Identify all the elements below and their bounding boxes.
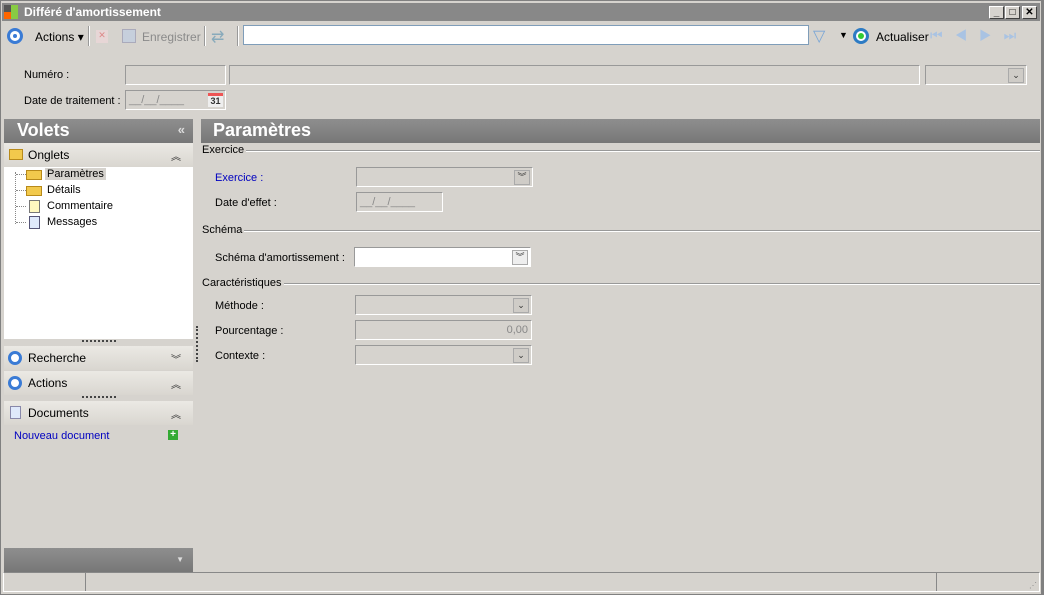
section-actions[interactable]: Actions ︽ [4, 371, 193, 395]
first-record-icon[interactable]: ⏮ [930, 27, 955, 43]
app-icon [4, 5, 18, 19]
search-input[interactable] [243, 25, 809, 45]
group-caracteristiques-title: Caractéristiques [202, 277, 282, 289]
date-traitement-field[interactable]: __/__/____ 31 [125, 90, 226, 110]
schema-label: Schéma d'amortissement : [215, 252, 345, 264]
actions-circle-icon [7, 28, 23, 44]
double-chevron-down-icon[interactable]: ︾ [514, 170, 530, 185]
pourcentage-field[interactable]: 0,00 [355, 320, 532, 340]
date-effet-label: Date d'effet : [215, 197, 277, 209]
tree-item-parametres[interactable]: Paramètres [45, 168, 106, 180]
numero-select[interactable]: ⌄ [925, 65, 1027, 85]
date-effet-field[interactable]: __/__/____ [356, 192, 443, 212]
schema-select[interactable]: ︾ [354, 247, 531, 267]
splitter-handle[interactable] [82, 396, 116, 398]
save-button[interactable]: Enregistrer [142, 30, 201, 44]
date-traitement-label: Date de traitement : [24, 95, 121, 107]
chevron-down-icon[interactable]: ︾ [171, 351, 181, 366]
folder-icon [26, 186, 42, 196]
numero-field[interactable] [125, 65, 226, 85]
title-bar: Différé d'amortissement _ □ ✕ [2, 3, 1040, 21]
document-icon [10, 406, 21, 419]
maximize-button[interactable]: □ [1005, 6, 1020, 19]
window-title: Différé d'amortissement [24, 5, 161, 19]
group-schema-title: Schéma [202, 224, 243, 236]
search-circle-icon [8, 351, 22, 365]
filter-icon[interactable]: ▽ [813, 26, 825, 46]
status-bar: ⋰ [3, 572, 1040, 592]
minimize-button[interactable]: _ [989, 6, 1004, 19]
last-record-icon[interactable]: ⏭ [1004, 27, 1029, 43]
main-header: Paramètres [201, 119, 1040, 143]
chevron-down-icon[interactable]: ⌄ [513, 298, 529, 313]
tree-item-messages[interactable]: Messages [47, 216, 97, 228]
exercice-label: Exercice : [215, 172, 264, 184]
divider [246, 150, 1040, 152]
document-icon [29, 216, 40, 229]
folder-open-icon [26, 170, 42, 180]
separator [88, 26, 90, 46]
page-title: Paramètres [213, 120, 312, 140]
section-title: Documents [28, 406, 89, 420]
divider [244, 230, 1040, 232]
actions-circle-icon [8, 376, 22, 390]
add-icon[interactable]: + [168, 430, 178, 440]
sidebar-header: Volets « [4, 119, 193, 143]
separator [237, 26, 239, 46]
filter-dropdown-icon[interactable]: ▼ [839, 30, 848, 40]
section-recherche[interactable]: Recherche ︾ [4, 346, 193, 370]
contexte-select[interactable]: ⌄ [355, 345, 532, 365]
exercice-select[interactable]: ︾ [356, 167, 533, 187]
sync-icon[interactable]: ⇄ [211, 27, 224, 47]
sidebar-title: Volets [17, 120, 70, 140]
calendar-icon[interactable]: 31 [208, 93, 223, 107]
separator [204, 26, 206, 46]
tree-item-details[interactable]: Détails [47, 184, 81, 196]
status-divider [936, 573, 937, 591]
pourcentage-label: Pourcentage : [215, 325, 284, 337]
section-title: Onglets [28, 148, 70, 162]
group-exercice-title: Exercice [202, 144, 245, 156]
save-icon [122, 29, 136, 43]
onglets-tree: Paramètres Détails Commentaire Messages [4, 167, 193, 339]
status-divider [85, 573, 86, 591]
splitter-handle[interactable] [82, 340, 116, 342]
collapse-sidebar-icon[interactable]: « [178, 122, 185, 137]
chevron-up-icon[interactable]: ︽ [171, 406, 181, 421]
resize-grip-icon[interactable]: ⋰ [1029, 581, 1037, 590]
methode-label: Méthode : [215, 300, 264, 312]
numero-description-field[interactable] [229, 65, 920, 85]
previous-record-icon[interactable]: ◀ [955, 27, 980, 43]
chevron-down-icon[interactable]: ⌄ [1008, 68, 1024, 83]
delete-icon[interactable]: ✕ [96, 30, 108, 43]
refresh-icon[interactable] [853, 28, 869, 44]
folder-icon [9, 149, 23, 160]
date-value: __/__/____ [129, 94, 185, 106]
actions-menu-button[interactable]: Actions ▾ [35, 30, 84, 44]
tree-item-commentaire[interactable]: Commentaire [47, 200, 113, 212]
section-title: Actions [28, 376, 68, 390]
double-chevron-down-icon[interactable]: ︾ [512, 250, 528, 265]
close-button[interactable]: ✕ [1022, 6, 1037, 19]
numero-label: Numéro : [24, 69, 70, 81]
pourcentage-value: 0,00 [506, 324, 528, 336]
expand-menu-icon[interactable]: ▼ [176, 555, 184, 564]
document-icon [29, 200, 40, 213]
chevron-down-icon[interactable]: ⌄ [513, 348, 529, 363]
chevron-up-icon[interactable]: ︽ [171, 376, 181, 391]
vertical-splitter[interactable] [196, 326, 198, 362]
divider [284, 283, 1040, 285]
refresh-button[interactable]: Actualiser [876, 30, 929, 44]
new-document-link[interactable]: Nouveau document [14, 430, 109, 442]
section-title: Recherche [28, 351, 87, 365]
chevron-up-icon[interactable]: ︽ [171, 148, 181, 163]
date-value: __/__/____ [360, 196, 416, 208]
section-onglets[interactable]: Onglets ︽ [4, 143, 193, 167]
next-record-icon[interactable]: ▶ [979, 27, 1004, 43]
actions-label: Actions [35, 30, 75, 44]
methode-select[interactable]: ⌄ [355, 295, 532, 315]
sidebar-footer: ▼ [4, 548, 193, 572]
contexte-label: Contexte : [215, 350, 266, 362]
section-documents[interactable]: Documents ︽ [4, 401, 193, 425]
